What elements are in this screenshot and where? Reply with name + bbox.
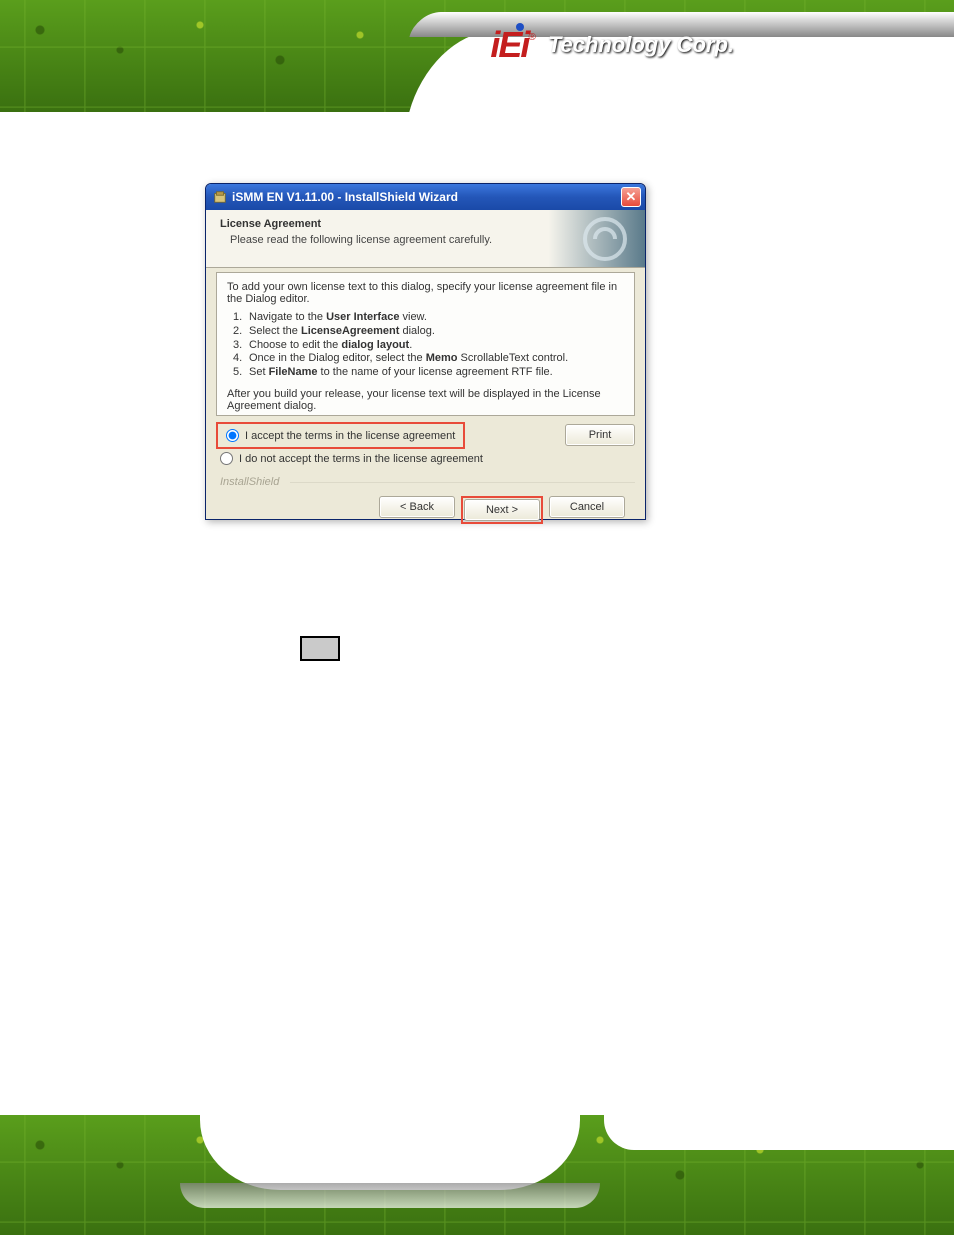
- top-banner: iEi ® Technology Corp.: [0, 0, 954, 112]
- cancel-button[interactable]: Cancel: [549, 496, 625, 518]
- iei-logo: iEi ® Technology Corp.: [490, 24, 734, 66]
- bottom-banner: [0, 1115, 954, 1235]
- close-icon: ✕: [626, 189, 637, 205]
- license-step: 3.Choose to edit the dialog layout.: [233, 339, 624, 353]
- back-button[interactable]: < Back: [379, 496, 455, 518]
- license-step: 2.Select the LicenseAgreement dialog.: [233, 325, 624, 339]
- button-row: < Back Next > Cancel: [216, 488, 635, 524]
- installshield-label: InstallShield: [220, 476, 635, 488]
- radio-decline-label: I do not accept the terms in the license…: [239, 453, 483, 465]
- license-step: 4.Once in the Dialog editor, select the …: [233, 352, 624, 366]
- dialog-header: License Agreement Please read the follow…: [206, 210, 645, 268]
- logo-registered: ®: [528, 32, 535, 43]
- radio-accept-label: I accept the terms in the license agreem…: [245, 430, 455, 442]
- titlebar-title: iSMM EN V1.11.00 - InstallShield Wizard: [232, 190, 621, 204]
- close-button[interactable]: ✕: [621, 187, 641, 207]
- next-highlight: Next >: [461, 496, 543, 524]
- radio-accept-input[interactable]: [226, 429, 239, 442]
- license-steps: 1.Navigate to the User Interface view. 2…: [233, 311, 624, 380]
- installer-graphic-icon: [565, 210, 645, 268]
- radio-decline-input[interactable]: [220, 452, 233, 465]
- radio-accept[interactable]: I accept the terms in the license agreem…: [222, 426, 459, 445]
- installer-icon: [212, 189, 228, 205]
- titlebar[interactable]: iSMM EN V1.11.00 - InstallShield Wizard …: [206, 184, 645, 210]
- logo-mark: iEi: [490, 24, 528, 66]
- dialog-content: To add your own license text to this dia…: [206, 272, 645, 524]
- accept-highlight: I accept the terms in the license agreem…: [216, 422, 465, 449]
- license-step: 5.Set FileName to the name of your licen…: [233, 366, 624, 380]
- gray-box: [300, 636, 340, 661]
- bottom-white-right: [604, 1115, 954, 1150]
- installer-dialog: iSMM EN V1.11.00 - InstallShield Wizard …: [205, 183, 646, 520]
- logo-text: Technology Corp.: [548, 32, 734, 58]
- license-outro: After you build your release, your licen…: [227, 388, 624, 412]
- license-intro: To add your own license text to this dia…: [227, 281, 624, 305]
- bottom-swoosh: [200, 1115, 580, 1190]
- accept-row: I accept the terms in the license agreem…: [216, 420, 635, 449]
- next-button[interactable]: Next >: [464, 499, 540, 521]
- license-step: 1.Navigate to the User Interface view.: [233, 311, 624, 325]
- license-textbox[interactable]: To add your own license text to this dia…: [216, 272, 635, 416]
- print-button[interactable]: Print: [565, 424, 635, 446]
- radio-decline[interactable]: I do not accept the terms in the license…: [216, 449, 635, 468]
